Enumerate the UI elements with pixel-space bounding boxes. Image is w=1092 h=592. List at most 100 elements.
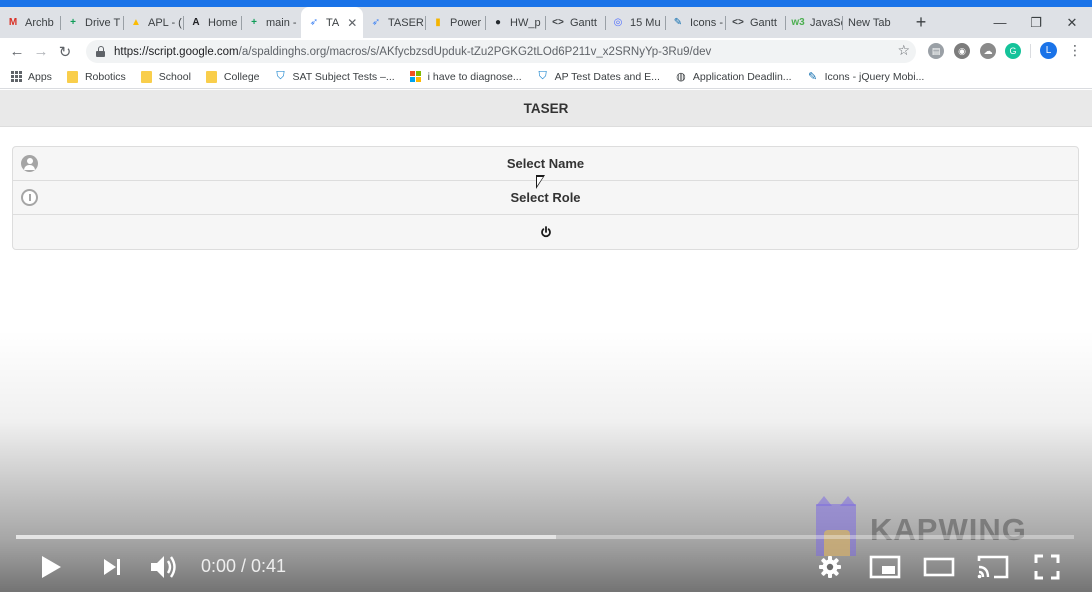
browser-tab[interactable]: ◎ 15 Mu	[605, 7, 665, 38]
bookmark-label: Application Deadlin...	[692, 70, 792, 83]
bookmark-item[interactable]: School	[141, 70, 191, 83]
url-text[interactable]: https://script.google.com/a/spaldinghs.o…	[114, 46, 711, 58]
address-bar[interactable]: https://script.google.com/a/spaldinghs.o…	[86, 40, 916, 63]
minimize-button[interactable]: —	[982, 7, 1018, 38]
bookmark-label: Apps	[28, 70, 52, 83]
browser-tab[interactable]: ● HW_p	[485, 7, 545, 38]
bookmark-item[interactable]: ⛉ SAT Subject Tests –...	[275, 70, 395, 83]
microsoft-icon	[410, 71, 422, 83]
gear-icon	[819, 556, 841, 578]
apps-script-icon: ➶	[371, 17, 381, 28]
folder-icon	[206, 70, 218, 83]
goggles-icon: ◎	[613, 17, 623, 28]
power-button-item[interactable]	[13, 215, 1078, 249]
user-icon	[21, 155, 38, 172]
browser-tab[interactable]: ➶ TA ✕	[301, 7, 363, 38]
browser-tab[interactable]: New Tab	[842, 7, 902, 38]
bookmark-star-icon[interactable]: ☆	[897, 42, 910, 59]
bookmark-item[interactable]: ⛉ AP Test Dates and E...	[537, 70, 660, 83]
drive-icon: ▲	[131, 17, 141, 28]
bookmarks-bar: Apps Robotics School College ⛉ SAT Subject Te…	[0, 65, 1092, 89]
bookmark-label: Robotics	[84, 70, 126, 83]
browser-tab[interactable]: + main -	[241, 7, 301, 38]
select-role-item[interactable]: Select Role	[13, 181, 1078, 215]
page-title: TASER	[523, 100, 569, 116]
browser-tab[interactable]: ▮ Power	[425, 7, 485, 38]
url-host: https://script.google.com	[114, 45, 239, 58]
bookmark-item[interactable]: College	[206, 70, 260, 83]
bookmark-item[interactable]: Apps	[10, 71, 52, 83]
profile-avatar[interactable]: L	[1040, 42, 1057, 59]
tab-label: HW_p	[510, 16, 541, 29]
tab-list: M Archb + Drive T ▲ APL - ( A Home + main - ➶ TA ✕ ➶ T…	[0, 7, 1092, 38]
close-window-button[interactable]: ✕	[1054, 7, 1090, 38]
back-arrow-icon: ←	[9, 43, 25, 60]
tab-label: New Tab	[848, 16, 891, 29]
globe-icon: ◍	[676, 71, 686, 83]
miniplayer-icon	[869, 555, 901, 579]
restore-button[interactable]: ❐	[1018, 7, 1054, 38]
browser-tab[interactable]: M Archb	[0, 7, 60, 38]
browser-tab-strip: M Archb + Drive T ▲ APL - ( A Home + main - ➶ TA ✕ ➶ T…	[0, 0, 1092, 38]
extension-1-icon[interactable]: ▤	[928, 43, 944, 59]
app-header: TASER	[0, 90, 1092, 127]
sheets-icon: +	[70, 17, 76, 28]
video-progress-bar[interactable]	[16, 535, 1074, 539]
forward-button[interactable]: →	[29, 40, 53, 64]
power-icon	[540, 226, 551, 238]
tab-label: Power	[450, 16, 482, 29]
bookmark-item[interactable]: Robotics	[67, 70, 126, 83]
bookmark-item[interactable]: ✎ Icons - jQuery Mobi...	[807, 71, 924, 84]
browser-tab[interactable]: ➶ TASER	[363, 7, 425, 38]
tab-label: JavaSc	[810, 16, 842, 29]
fullscreen-button[interactable]	[1031, 552, 1063, 582]
next-button[interactable]	[99, 553, 125, 581]
tab-label: Home	[208, 16, 238, 29]
reload-button[interactable]: ↻	[53, 40, 77, 64]
bookmark-item[interactable]: ◍ Application Deadlin...	[675, 70, 792, 84]
url-path: /a/spaldinghs.org/macros/s/AKfycbzsdUpdu…	[238, 45, 712, 58]
bookmark-label: i have to diagnose...	[427, 70, 522, 83]
chrome-menu-icon[interactable]: ⋮	[1068, 42, 1082, 59]
gmail-icon: M	[8, 17, 18, 28]
browser-tab[interactable]: <> Gantt	[545, 7, 605, 38]
app-a-icon: A	[192, 17, 200, 28]
jquery-icon: ✎	[673, 17, 683, 28]
grammarly-icon[interactable]: G	[1005, 43, 1021, 59]
mouse-cursor-icon	[536, 175, 545, 189]
bookmark-item[interactable]: i have to diagnose...	[410, 71, 522, 83]
select-name-item[interactable]: Select Name	[13, 147, 1078, 181]
tab-label: TA	[326, 16, 340, 29]
apps-script-icon: ➶	[309, 17, 319, 28]
toolbar-divider	[1030, 44, 1031, 58]
kapwing-watermark: KAPWING	[814, 496, 1027, 556]
reload-icon: ↻	[58, 43, 72, 61]
extension-2-icon[interactable]: ◉	[954, 43, 970, 59]
tab-label: TASER	[388, 16, 424, 29]
theater-mode-button[interactable]	[922, 553, 956, 581]
theater-icon	[923, 557, 955, 577]
kapwing-logo-icon	[814, 496, 860, 556]
folder-icon	[141, 70, 153, 83]
bookmark-label: College	[223, 70, 260, 83]
cast-button[interactable]	[975, 553, 1011, 581]
close-tab-icon[interactable]: ✕	[347, 16, 357, 30]
miniplayer-button[interactable]	[868, 553, 902, 581]
browser-tab[interactable]: ✎ Icons -	[665, 7, 725, 38]
select-role-label: Select Role	[510, 190, 581, 205]
tab-label: Icons -	[690, 16, 724, 29]
cloud-extension-icon[interactable]: ☁	[980, 43, 996, 59]
browser-tab[interactable]: + Drive T	[60, 7, 123, 38]
time-display: 0:00 / 0:41	[201, 556, 287, 576]
new-tab-button[interactable]: +	[908, 10, 934, 36]
back-button[interactable]: ←	[5, 40, 29, 64]
browser-tab[interactable]: w3 JavaSc	[785, 7, 842, 38]
tab-label: Drive T	[85, 16, 121, 29]
volume-button[interactable]	[148, 552, 180, 582]
browser-tab[interactable]: <> Gantt	[725, 7, 785, 38]
browser-tab[interactable]: A Home	[183, 7, 241, 38]
play-button[interactable]	[36, 552, 66, 582]
bookmark-label: SAT Subject Tests –...	[292, 70, 395, 83]
browser-tab[interactable]: ▲ APL - (	[123, 7, 183, 38]
settings-button[interactable]	[816, 553, 844, 581]
